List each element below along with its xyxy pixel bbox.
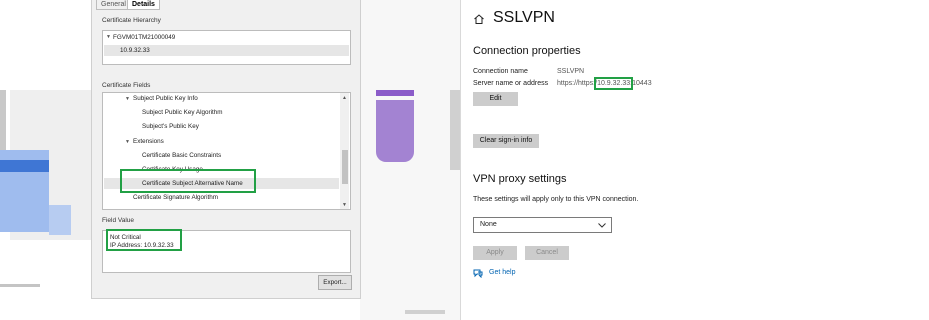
- connection-name-label: Connection name: [473, 68, 528, 75]
- vpn-settings-panel: SSLVPN Connection properties Connection …: [460, 0, 929, 320]
- apply-button[interactable]: Apply: [473, 246, 517, 260]
- export-button[interactable]: Export...: [318, 275, 352, 290]
- background-purple-block: [376, 100, 414, 162]
- background-gray-line: [0, 284, 40, 287]
- expand-arrow-icon[interactable]: ▼: [125, 139, 130, 145]
- edit-button[interactable]: Edit: [473, 92, 518, 106]
- scroll-down-icon[interactable]: ▼: [342, 202, 347, 208]
- fields-scrollbar-thumb[interactable]: [342, 150, 348, 184]
- highlight-box-ip: [106, 229, 182, 251]
- hierarchy-tree: ▼ FGVM01TM21000049 10.9.32.33: [102, 30, 351, 65]
- background-purple-top: [376, 90, 414, 96]
- proxy-heading: VPN proxy settings: [473, 173, 567, 185]
- highlight-box-san: [120, 169, 256, 193]
- fields-label: Certificate Fields: [102, 82, 151, 89]
- connection-properties-heading: Connection properties: [473, 45, 581, 57]
- chevron-down-icon: [598, 223, 606, 228]
- connection-name-value: SSLVPN: [557, 68, 585, 75]
- proxy-select-value: None: [480, 221, 497, 228]
- hierarchy-leaf[interactable]: 10.9.32.33: [120, 47, 150, 54]
- server-ip: 10.9.32.33: [594, 77, 634, 90]
- certificate-details-dialog: General Details Certificate Hierarchy ▼ …: [91, 0, 361, 299]
- cancel-button[interactable]: Cancel: [525, 246, 569, 260]
- clear-sign-in-button[interactable]: Clear sign-in info: [473, 134, 539, 148]
- expand-arrow-icon[interactable]: ▼: [125, 96, 130, 102]
- field-item[interactable]: Subject Public Key Algorithm: [142, 109, 223, 116]
- field-item[interactable]: Subject Public Key Info: [133, 95, 198, 102]
- home-icon[interactable]: [473, 13, 485, 25]
- field-item[interactable]: Subject's Public Key: [142, 123, 199, 130]
- proxy-note: These settings will apply only to this V…: [473, 196, 639, 203]
- server-prefix: https://https:/: [557, 80, 598, 87]
- background-blue-stripe: [0, 160, 49, 172]
- background-gray-bar-right: [450, 90, 460, 170]
- scroll-up-icon[interactable]: ▲: [342, 95, 347, 101]
- page-title: SSLVPN: [493, 9, 555, 26]
- field-item[interactable]: Certificate Basic Constraints: [142, 152, 221, 159]
- field-item[interactable]: Extensions: [133, 138, 164, 145]
- help-icon: [473, 269, 483, 278]
- field-value-label: Field Value: [102, 217, 135, 224]
- hierarchy-root[interactable]: FGVM01TM21000049: [113, 34, 175, 41]
- get-help-link[interactable]: Get help: [489, 269, 515, 276]
- proxy-select[interactable]: None: [473, 217, 612, 233]
- hierarchy-label: Certificate Hierarchy: [102, 17, 161, 24]
- server-suffix: :10443: [630, 80, 652, 87]
- background-gray-line-right: [405, 310, 445, 314]
- collapse-arrow-icon[interactable]: ▼: [106, 34, 111, 40]
- tab-general[interactable]: General: [96, 0, 131, 10]
- background-blue-small: [49, 205, 71, 235]
- field-item[interactable]: Certificate Signature Algorithm: [133, 194, 218, 201]
- server-label: Server name or address: [473, 80, 549, 87]
- server-value: https://https:/10.9.32.33:10443: [557, 77, 652, 90]
- tab-details[interactable]: Details: [127, 0, 160, 10]
